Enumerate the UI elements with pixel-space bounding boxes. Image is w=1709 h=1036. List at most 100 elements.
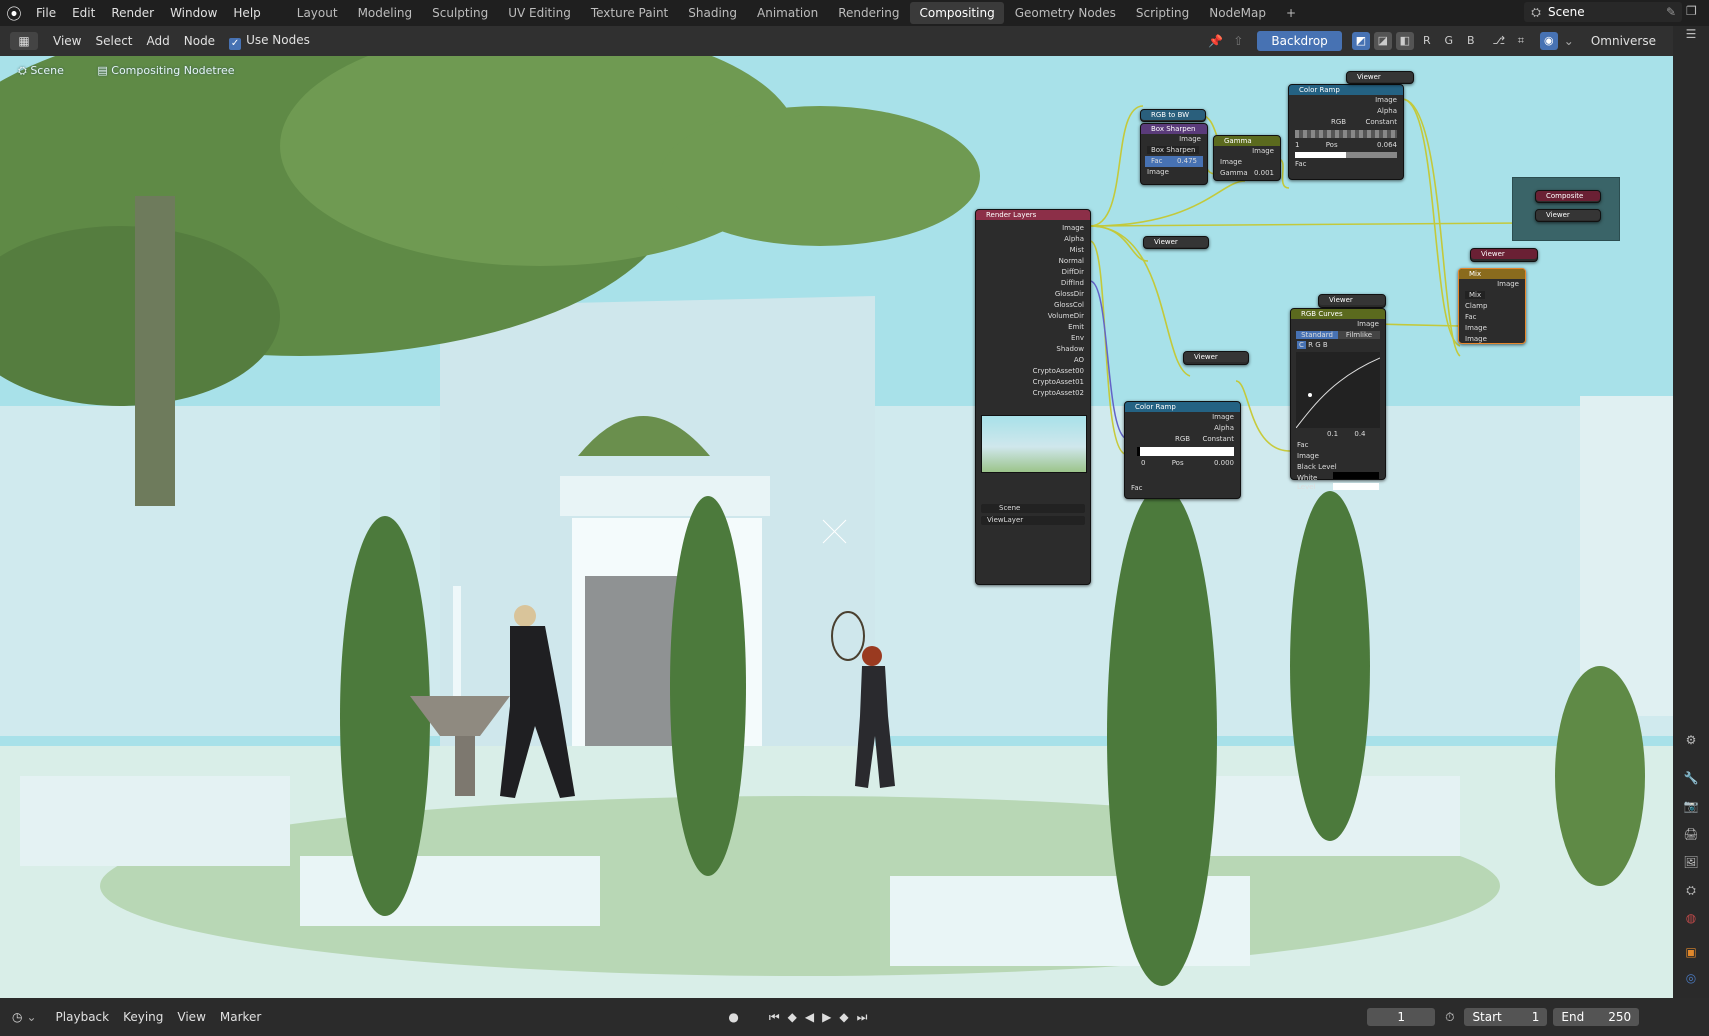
- white-swatch[interactable]: [1333, 483, 1379, 490]
- ramp-color-swatch[interactable]: [1295, 152, 1397, 158]
- node-render-layers[interactable]: Render Layers Image Alpha Mist Normal Di…: [975, 209, 1091, 585]
- node-composite[interactable]: Composite: [1535, 190, 1601, 203]
- stopwatch-icon[interactable]: ⏱: [1445, 1010, 1454, 1025]
- menu-edit[interactable]: Edit: [64, 0, 103, 26]
- menu-window[interactable]: Window: [162, 0, 225, 26]
- record-icon[interactable]: ●: [728, 1010, 738, 1024]
- current-frame-field[interactable]: 1: [1367, 1008, 1436, 1026]
- channel-b-button[interactable]: B: [1462, 32, 1480, 50]
- node-header[interactable]: Box Sharpen: [1141, 124, 1207, 134]
- ramp-position-row[interactable]: 0 Pos 0.000: [1125, 458, 1240, 469]
- menu-file[interactable]: File: [28, 0, 64, 26]
- tab-filmlike[interactable]: Filmlike: [1338, 331, 1380, 339]
- scene-icon[interactable]: ⛭: [1683, 882, 1699, 898]
- snap-icon[interactable]: ⎇: [1490, 32, 1508, 50]
- editor-type-icon[interactable]: ◷: [12, 1010, 22, 1024]
- tab-shading[interactable]: Shading: [679, 2, 746, 24]
- tab-modeling[interactable]: Modeling: [349, 2, 422, 24]
- node-header[interactable]: Gamma: [1214, 136, 1280, 146]
- node-viewer[interactable]: Viewer: [1535, 209, 1601, 222]
- node-rgb-curves[interactable]: RGB Curves Image Standard Filmlike C R G…: [1290, 308, 1386, 491]
- gamma-field[interactable]: Gamma 0.001: [1214, 168, 1280, 179]
- tab-nodemap[interactable]: NodeMap: [1200, 2, 1275, 24]
- options-icon[interactable]: ⚙: [1683, 732, 1699, 748]
- scene-selector[interactable]: ⛭ Scene ✎: [1524, 2, 1682, 22]
- node-box-sharpen[interactable]: Box Sharpen Image Box Sharpen Fac 0.475 …: [1140, 123, 1208, 185]
- backdrop-alpha-icon[interactable]: ◪: [1373, 32, 1392, 50]
- play-icon[interactable]: ▶: [822, 1010, 831, 1024]
- menu-playback[interactable]: Playback: [49, 1010, 117, 1024]
- node-rgb-to-bw[interactable]: RGB to BW: [1140, 109, 1206, 122]
- overlay-icon[interactable]: ◉: [1539, 32, 1558, 50]
- black-swatch[interactable]: [1333, 472, 1379, 479]
- tab-uv-editing[interactable]: UV Editing: [499, 2, 580, 24]
- tab-layout[interactable]: Layout: [288, 2, 347, 24]
- clamp-checkbox[interactable]: Clamp: [1459, 301, 1525, 312]
- tab-standard[interactable]: Standard: [1296, 331, 1338, 339]
- backdrop-color-only-icon[interactable]: ◧: [1395, 32, 1414, 50]
- channel-b-button[interactable]: B: [1323, 341, 1328, 349]
- pin-icon[interactable]: ✎: [1666, 5, 1676, 19]
- tool-icon[interactable]: 🔧: [1683, 770, 1699, 786]
- node-header[interactable]: Color Ramp: [1125, 402, 1240, 412]
- node-header[interactable]: Viewer: [1319, 295, 1385, 305]
- start-frame-field[interactable]: Start 1: [1464, 1008, 1548, 1026]
- menu-help[interactable]: Help: [225, 0, 268, 26]
- channel-g-button[interactable]: G: [1440, 32, 1458, 50]
- curve-graph[interactable]: [1296, 352, 1380, 428]
- node-color-ramp[interactable]: Color Ramp Image Alpha RGB Constant 0 Po…: [1124, 401, 1241, 499]
- use-nodes-checkbox[interactable]: ✓ Use Nodes: [222, 33, 317, 50]
- tab-sculpting[interactable]: Sculpting: [423, 2, 497, 24]
- prev-keyframe-icon[interactable]: ◆: [788, 1010, 797, 1024]
- color-ramp-bar[interactable]: [1137, 447, 1234, 456]
- node-header[interactable]: Viewer: [1144, 237, 1208, 247]
- chevron-down-icon[interactable]: ⌄: [1564, 34, 1574, 48]
- node-header[interactable]: Color Ramp: [1289, 85, 1403, 95]
- render-engine-label[interactable]: Omniverse: [1584, 34, 1663, 48]
- channel-g-button[interactable]: G: [1315, 341, 1320, 349]
- node-header[interactable]: Viewer: [1536, 210, 1600, 220]
- node-viewer[interactable]: Viewer: [1318, 294, 1386, 308]
- node-header[interactable]: Viewer: [1347, 72, 1413, 82]
- node-gamma[interactable]: Gamma Image Image Gamma 0.001: [1213, 135, 1281, 181]
- node-header[interactable]: Mix: [1459, 269, 1525, 279]
- black-level-row[interactable]: Black Level: [1291, 462, 1385, 479]
- curve-point-values[interactable]: 0.1 0.4: [1291, 429, 1385, 440]
- ramp-position-row[interactable]: 1 Pos 0.064: [1289, 140, 1403, 151]
- tab-geometry-nodes[interactable]: Geometry Nodes: [1006, 2, 1125, 24]
- menu-select[interactable]: Select: [88, 34, 139, 48]
- node-header[interactable]: Viewer: [1471, 249, 1537, 259]
- jump-start-icon[interactable]: ⏮: [769, 1010, 780, 1025]
- tab-scripting[interactable]: Scripting: [1127, 2, 1198, 24]
- fac-slider[interactable]: Fac 0.475: [1145, 156, 1203, 167]
- menu-view[interactable]: View: [46, 34, 88, 48]
- render-icon[interactable]: 📷: [1683, 798, 1699, 814]
- pin-icon[interactable]: 📌: [1208, 34, 1223, 48]
- tab-animation[interactable]: Animation: [748, 2, 827, 24]
- node-header[interactable]: RGB Curves: [1291, 309, 1385, 319]
- output-icon[interactable]: 🖨: [1683, 826, 1699, 842]
- tab-texture-paint[interactable]: Texture Paint: [582, 2, 677, 24]
- channel-r-button[interactable]: R: [1418, 32, 1436, 50]
- snap-target-icon[interactable]: ⌗: [1512, 32, 1530, 50]
- jump-end-icon[interactable]: ⏭: [857, 1010, 868, 1025]
- tab-rendering[interactable]: Rendering: [829, 2, 908, 24]
- new-scene-icon[interactable]: ❐: [1686, 4, 1697, 18]
- next-keyframe-icon[interactable]: ◆: [839, 1010, 848, 1024]
- add-workspace-button[interactable]: +: [1277, 2, 1305, 24]
- filter-type-dropdown[interactable]: Box Sharpen: [1141, 145, 1207, 156]
- object-icon[interactable]: ▣: [1683, 944, 1699, 960]
- channel-r-button[interactable]: R: [1308, 341, 1313, 349]
- backdrop-color-icon[interactable]: ◩: [1351, 32, 1370, 50]
- backdrop-button[interactable]: Backdrop: [1257, 31, 1342, 51]
- node-viewer[interactable]: Viewer: [1470, 248, 1538, 262]
- scene-field[interactable]: Scene: [981, 504, 1085, 513]
- toggle-sidebar-icon[interactable]: ☰: [1683, 26, 1699, 42]
- node-header[interactable]: Render Layers: [976, 210, 1090, 220]
- node-editor-backdrop[interactable]: ⛭ Scene ▤ Compositing Nodetree Render La…: [0, 56, 1673, 998]
- menu-keying[interactable]: Keying: [116, 1010, 170, 1024]
- editor-type-icon[interactable]: ▦: [10, 32, 38, 50]
- node-mix[interactable]: Mix Image Mix Clamp Fac Image Image: [1458, 268, 1526, 344]
- view-layer-field[interactable]: ViewLayer: [981, 516, 1085, 525]
- curve-channel-row[interactable]: C R G B: [1291, 340, 1385, 351]
